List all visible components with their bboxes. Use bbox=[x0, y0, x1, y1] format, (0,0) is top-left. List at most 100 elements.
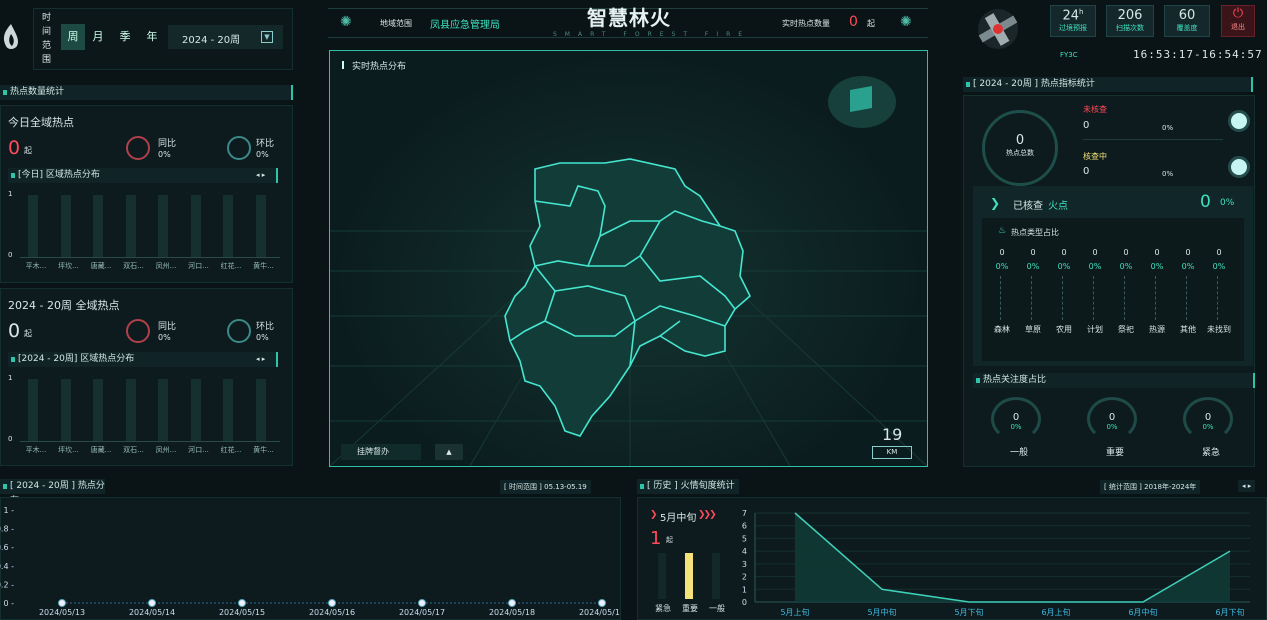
region-label: 河口... bbox=[188, 446, 209, 454]
type-bar bbox=[1093, 276, 1097, 320]
logout-label: 退出 bbox=[1231, 23, 1245, 31]
settings-icon[interactable]: ✺ bbox=[900, 14, 912, 30]
region-bar[interactable] bbox=[93, 379, 103, 441]
week-mom-gauge-icon bbox=[227, 319, 251, 343]
stat-forecast[interactable]: 24h 过境预报 bbox=[1050, 5, 1096, 37]
region-bar[interactable] bbox=[223, 379, 233, 441]
attention-gauge[interactable]: 0 0% bbox=[991, 397, 1041, 441]
region-bar[interactable] bbox=[93, 195, 103, 257]
type-value: 0 bbox=[1061, 248, 1067, 257]
attention-gauges: 0 0% 一般 0 0% 重要 0 0% 紧急 bbox=[973, 393, 1255, 463]
bottom-left-range[interactable]: [ 时间范围 ] 05.13-05.19 bbox=[500, 480, 591, 494]
tab-month[interactable]: 月 bbox=[86, 24, 110, 50]
region-bar[interactable] bbox=[60, 195, 71, 257]
type-pct: 0% bbox=[995, 262, 1009, 271]
severity-bars: 紧急 重要 一般 bbox=[650, 553, 730, 617]
map-title: 实时热点分布 bbox=[352, 62, 407, 72]
period-arrows-icon: ❯❯❯ bbox=[698, 510, 717, 520]
region-bar[interactable] bbox=[255, 195, 266, 257]
stat-scans-label: 扫描次数 bbox=[1116, 24, 1144, 32]
today-region-header-label: [今日] 区域热点分布 bbox=[18, 170, 100, 180]
attention-value: 0 bbox=[1108, 412, 1116, 423]
stat-coverage[interactable]: 60 覆盖度 bbox=[1164, 5, 1210, 37]
type-bar bbox=[1031, 276, 1035, 320]
bottom-right-pager[interactable]: ◂ ▸ bbox=[1238, 480, 1256, 492]
today-pager[interactable]: ◂ ▸ bbox=[256, 171, 265, 179]
y-tick-label: 0.8 - bbox=[0, 525, 14, 534]
week-mom-value: 0% bbox=[256, 333, 269, 342]
hotspot-total-gauge: 0 热点总数 bbox=[982, 110, 1058, 186]
region-bar[interactable] bbox=[125, 379, 136, 441]
power-icon: ⏻ bbox=[1232, 6, 1244, 21]
period-arrow-icon: ❯ bbox=[650, 510, 658, 520]
map-panel[interactable]: 实时热点分布 挂牌督办 ▲ 19 KM bbox=[329, 50, 928, 467]
today-title: 今日全域热点 bbox=[8, 116, 74, 129]
y-tick-label: 0.2 - bbox=[0, 580, 14, 589]
attention-gauge[interactable]: 0 0% bbox=[1183, 397, 1233, 441]
region-label: 双石... bbox=[123, 262, 144, 270]
today-ymin: 0 bbox=[8, 251, 13, 259]
stat-scans[interactable]: 206 扫描次数 bbox=[1106, 5, 1154, 37]
period-label: 5月中旬 bbox=[660, 513, 697, 524]
y-tick-label: 0.4 - bbox=[0, 562, 14, 571]
region-bar[interactable] bbox=[158, 379, 168, 441]
type-name: 祭祀 bbox=[1118, 325, 1134, 334]
week-title: 2024 - 20周 全域热点 bbox=[8, 299, 120, 312]
week-yoy-value: 0% bbox=[158, 333, 171, 342]
region-label: 坪坎... bbox=[58, 446, 79, 454]
region-bar[interactable] bbox=[28, 195, 38, 257]
hotspot-count: 0 bbox=[849, 14, 858, 30]
type-value: 0 bbox=[1030, 248, 1036, 257]
type-value: 0 bbox=[1092, 248, 1098, 257]
region-bar[interactable] bbox=[223, 195, 233, 257]
today-mom-gauge-icon bbox=[227, 136, 251, 160]
region-bar[interactable] bbox=[125, 195, 136, 257]
logout-button[interactable]: ⏻ 退出 bbox=[1221, 5, 1255, 37]
supervise-button[interactable]: 挂牌督办 bbox=[341, 444, 421, 460]
y-tick-label: 7 bbox=[742, 509, 747, 518]
region-bar[interactable] bbox=[190, 379, 201, 441]
y-tick-label: 5 bbox=[742, 534, 747, 543]
type-pct: 0% bbox=[1119, 262, 1133, 271]
week-pager[interactable]: ◂ ▸ bbox=[256, 355, 265, 363]
week-region-header: [2024 - 20周] 区域热点分布 bbox=[8, 352, 278, 367]
region-bar[interactable] bbox=[190, 195, 201, 257]
bottom-right-range[interactable]: [ 统计范围 ] 2018年-2024年 bbox=[1100, 480, 1201, 494]
tab-quarter[interactable]: 季 bbox=[113, 24, 137, 50]
verifying-value: 0 bbox=[1083, 166, 1090, 177]
unverified-divider bbox=[1083, 139, 1223, 140]
area-value[interactable]: 凤县应急管理局 bbox=[430, 16, 500, 31]
tab-week[interactable]: 周 bbox=[61, 24, 85, 50]
bottom-right-header-label: [ 历史 ] 火情旬度统计 bbox=[647, 481, 735, 491]
x-tick-label: 2024/05/13 bbox=[39, 608, 85, 617]
week-region-header-label: [2024 - 20周] 区域热点分布 bbox=[18, 354, 135, 364]
unverified-value: 0 bbox=[1083, 120, 1090, 131]
type-value: 0 bbox=[1216, 248, 1222, 257]
type-bar bbox=[1186, 276, 1190, 320]
3d-view-toggle-icon[interactable] bbox=[828, 76, 896, 128]
weekly-line-chart: 0 - 0.2 - 0.4 - 0.6 - 0.8 - 1 - 2024/05/13 2024… bbox=[0, 506, 620, 617]
attention-value: 0 bbox=[1204, 412, 1212, 423]
attention-gauge[interactable]: 0 0% bbox=[1087, 397, 1137, 441]
type-value: 0 bbox=[1123, 248, 1129, 257]
region-bar[interactable] bbox=[60, 379, 71, 441]
verifying-toggle[interactable] bbox=[1228, 156, 1250, 178]
week-select[interactable]: 2024 - 20周 ▼ bbox=[168, 25, 283, 49]
page-title: 智慧林火 bbox=[587, 6, 671, 30]
region-label: 红花... bbox=[220, 262, 242, 270]
unverified-toggle[interactable] bbox=[1228, 110, 1250, 132]
today-ymax: 1 bbox=[8, 190, 13, 198]
region-bar[interactable] bbox=[158, 195, 168, 257]
region-bar[interactable] bbox=[28, 379, 38, 441]
type-columns: 0 0% 森林 0 0% 草原 0 0% 农用 0 0% 计划 0 0% 祭祀 0 0% 热源 0 0% 其他 0 0% 未找… bbox=[990, 248, 1240, 338]
type-header: 热点类型占比 bbox=[1011, 228, 1059, 237]
region-bar[interactable] bbox=[255, 379, 266, 441]
chevron-down-icon: ▼ bbox=[261, 31, 273, 43]
supervise-toggle[interactable]: ▲ bbox=[435, 444, 463, 460]
week-select-value: 2024 - 20周 bbox=[182, 35, 241, 46]
y-tick-label: 4 bbox=[742, 547, 747, 556]
attention-name: 紧急 bbox=[1201, 448, 1220, 458]
type-pct: 0% bbox=[1057, 262, 1071, 271]
tab-year[interactable]: 年 bbox=[140, 24, 164, 50]
x-tick-label: 5月上旬 bbox=[780, 607, 809, 617]
